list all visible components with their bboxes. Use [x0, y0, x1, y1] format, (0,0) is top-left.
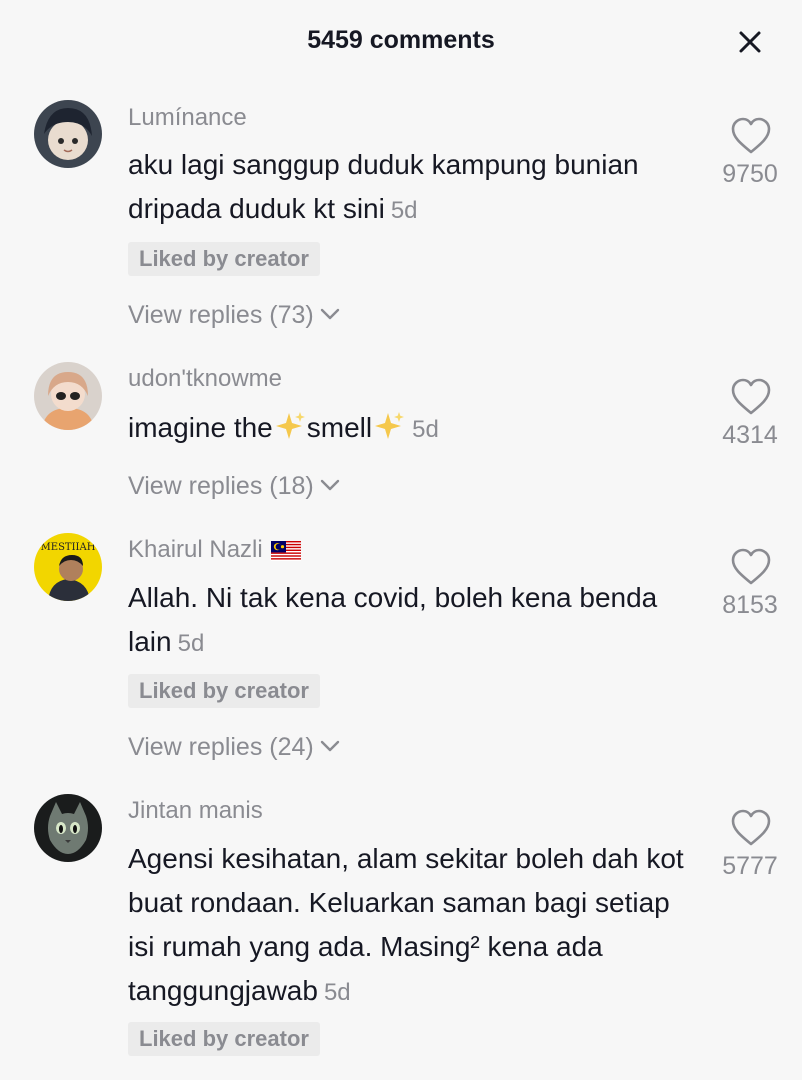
comment-time: 5d: [390, 197, 418, 224]
view-replies-button[interactable]: View replies (24): [128, 733, 342, 762]
avatar-logo-text: MESTIIAH: [41, 542, 96, 553]
view-replies-button[interactable]: View replies (18): [128, 472, 342, 501]
comment-time: 5d: [412, 416, 439, 443]
comments-count-title: 5459 comments: [307, 26, 495, 54]
heart-icon: [731, 548, 771, 585]
comment-text: aku lagi sanggup duduk kampung bunian dr…: [128, 143, 698, 233]
heart-icon: [731, 117, 771, 154]
heart-icon: [731, 378, 771, 415]
comment-text: Allah. Ni tak kena covid, boleh kena ben…: [128, 576, 698, 666]
chevron-down-icon: [320, 308, 339, 320]
comment-text: Agensi kesihatan, alam sekitar boleh dah…: [128, 837, 698, 1015]
like-button[interactable]: [730, 808, 772, 848]
sparkles-icon: [375, 412, 405, 439]
comment-body: aku lagi sanggup duduk kampung bunian dr…: [128, 149, 639, 224]
comment-body: Agensi kesihatan, alam sekitar boleh dah…: [128, 843, 684, 1006]
avatar[interactable]: [34, 100, 102, 168]
comment-text: imagine the smell 5d: [128, 406, 698, 452]
like-button[interactable]: [730, 547, 772, 587]
like-count: 4314: [722, 421, 778, 449]
liked-by-creator-badge: Liked by creator: [128, 1022, 320, 1056]
liked-by-creator-badge: Liked by creator: [128, 674, 320, 708]
comment-body-part: imagine the: [128, 412, 273, 443]
comment-body-part: smell: [306, 412, 373, 443]
avatar[interactable]: MESTIIAH: [34, 533, 102, 601]
avatar[interactable]: [34, 362, 102, 430]
chevron-down-icon: [320, 479, 339, 491]
like-count: 9750: [722, 160, 778, 188]
like-count: 8153: [722, 591, 778, 619]
close-button[interactable]: [730, 22, 770, 62]
view-replies-button[interactable]: View replies (73): [128, 301, 342, 330]
username[interactable]: udon'tknowme: [128, 365, 282, 393]
comments-header: 5459 comments: [0, 0, 802, 82]
view-replies-label: View replies (73): [128, 301, 314, 329]
username[interactable]: Lumínance: [128, 104, 247, 132]
heart-icon: [731, 809, 771, 846]
comment-time: 5d: [177, 630, 205, 657]
liked-by-creator-badge: Liked by creator: [128, 242, 320, 276]
username[interactable]: Khairul Nazli: [128, 536, 301, 564]
view-replies-label: View replies (18): [128, 472, 314, 500]
view-replies-label: View replies (24): [128, 733, 314, 761]
comment-time: 5d: [323, 979, 351, 1006]
sparkles-icon: [275, 412, 305, 439]
username[interactable]: Jintan manis: [128, 797, 263, 825]
username-label: Khairul Nazli: [128, 536, 263, 563]
like-button[interactable]: [730, 116, 772, 156]
like-count: 5777: [722, 852, 778, 880]
chevron-down-icon: [320, 740, 339, 752]
malaysia-flag-icon: [270, 540, 301, 561]
avatar[interactable]: [34, 794, 102, 862]
close-icon: [739, 31, 761, 53]
like-button[interactable]: [730, 377, 772, 417]
comment-body: Allah. Ni tak kena covid, boleh kena ben…: [128, 582, 658, 657]
